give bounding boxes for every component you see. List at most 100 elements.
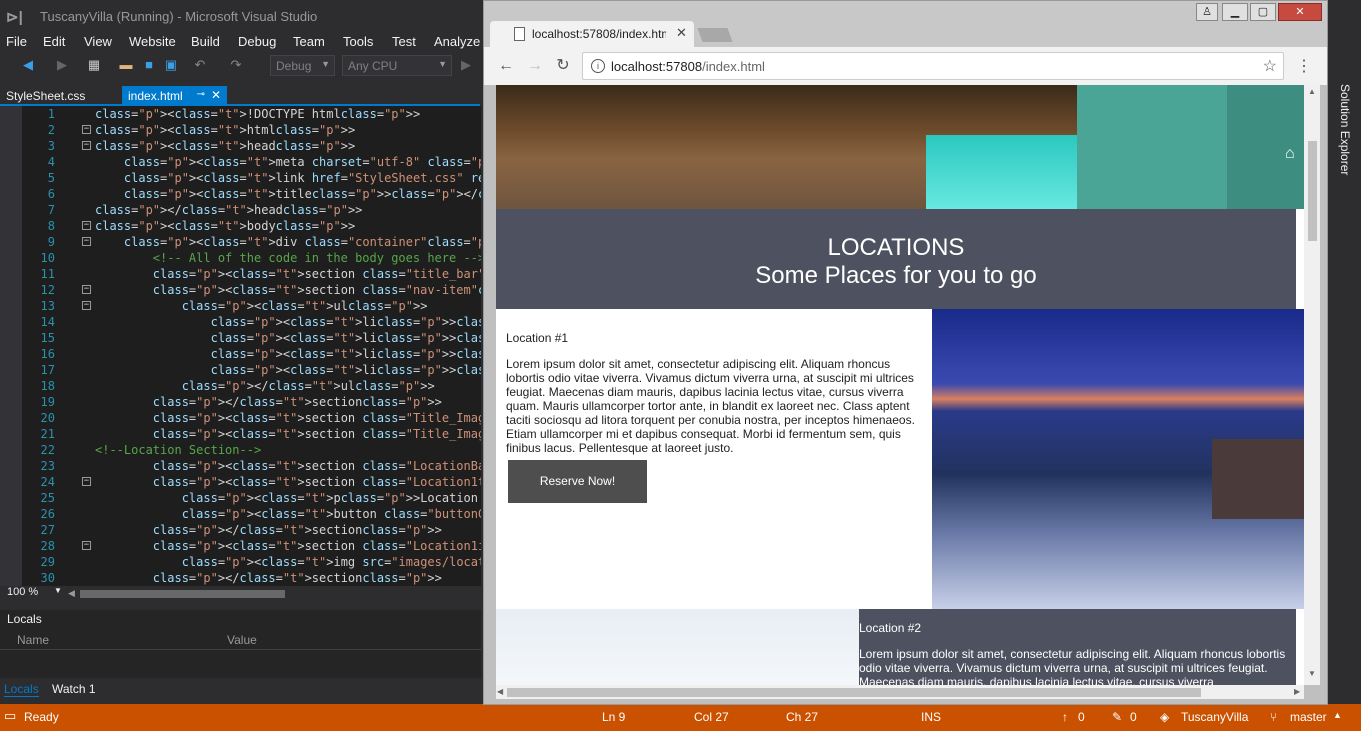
code-line[interactable]: 14 class="p"><class="t">liclass="p">>cla… xyxy=(0,314,481,330)
back-arrow-icon[interactable]: ← xyxy=(496,56,516,76)
code-line[interactable]: 26 class="p"><class="t">button class="bu… xyxy=(0,506,481,522)
close-icon[interactable]: ✕ xyxy=(211,88,221,102)
code-line[interactable]: 20 class="p"><class="t">section class="T… xyxy=(0,410,481,426)
code-line[interactable]: 8 − class="p"><class="t">bodyclass="p">> xyxy=(0,218,481,234)
status-branch[interactable]: master xyxy=(1290,710,1327,724)
code-line[interactable]: 24 − class="p"><class="t">section class="… xyxy=(0,474,481,490)
start-icon[interactable]: ▶ xyxy=(458,57,474,73)
code-line[interactable]: 23 class="p"><class="t">section class="L… xyxy=(0,458,481,474)
scroll-left-icon[interactable]: ◀ xyxy=(497,687,503,696)
code-line[interactable]: 13 − class="p"><class="t">ulclass="p">> xyxy=(0,298,481,314)
chevron-up-icon[interactable]: ▲ xyxy=(1333,710,1342,720)
star-icon[interactable]: ☆ xyxy=(1263,56,1277,76)
code-line[interactable]: 27 class="p"></class="t">sectionclass="p… xyxy=(0,522,481,538)
vertical-scrollbar[interactable]: ▲ ▼ xyxy=(1304,85,1320,685)
horizontal-scroll-thumb[interactable] xyxy=(507,688,1201,697)
code-line[interactable]: 22 <!--Location Section--> xyxy=(0,442,481,458)
reserve-now-button[interactable]: Reserve Now! xyxy=(508,460,647,503)
tab-index-html[interactable]: index.html ⊸ ✕ xyxy=(122,86,227,106)
code-line[interactable]: 5 class="p"><class="t">link href="StyleS… xyxy=(0,170,481,186)
status-unpushed-count[interactable]: 0 xyxy=(1078,710,1085,724)
code-line[interactable]: 7 class="p"></class="t">headclass="p">> xyxy=(0,202,481,218)
scroll-right-icon[interactable]: ▶ xyxy=(1294,687,1300,696)
collapse-icon[interactable]: − xyxy=(82,237,91,246)
platform-select[interactable]: Any CPU ▼ xyxy=(342,55,452,76)
new-tab-button[interactable] xyxy=(697,28,733,42)
menu-team[interactable]: Team xyxy=(293,34,325,49)
vertical-scroll-thumb[interactable] xyxy=(1308,141,1317,241)
code-line[interactable]: 15 class="p"><class="t">liclass="p">>cla… xyxy=(0,330,481,346)
forward-arrow-icon[interactable]: → xyxy=(525,56,545,76)
collapse-icon[interactable]: − xyxy=(82,541,91,550)
code-line[interactable]: 16 class="p"><class="t">liclass="p">>cla… xyxy=(0,346,481,362)
code-line[interactable]: 29 class="p"><class="t">img src="images/… xyxy=(0,554,481,570)
menu-view[interactable]: View xyxy=(84,34,112,49)
kebab-menu-icon[interactable]: ⋮ xyxy=(1296,56,1312,76)
code-line[interactable]: 1 class="p"><class="t">!DOCTYPE htmlclass… xyxy=(0,106,481,122)
menu-tools[interactable]: Tools xyxy=(343,34,373,49)
menu-file[interactable]: File xyxy=(6,34,27,49)
scroll-left-icon[interactable]: ◀ xyxy=(68,588,75,599)
info-icon[interactable]: i xyxy=(591,59,605,73)
menu-edit[interactable]: Edit xyxy=(43,34,65,49)
code-line[interactable]: 12 − class="p"><class="t">section class="… xyxy=(0,282,481,298)
back-icon[interactable]: ◀ xyxy=(20,57,36,73)
code-editor[interactable]: 1 class="p"><class="t">!DOCTYPE htmlclass… xyxy=(0,106,481,586)
status-repo[interactable]: TuscanyVilla xyxy=(1181,710,1248,724)
collapse-icon[interactable]: − xyxy=(82,125,91,134)
close-icon[interactable]: ✕ xyxy=(676,25,687,41)
menu-debug[interactable]: Debug xyxy=(238,34,276,49)
menu-website[interactable]: Website xyxy=(129,34,176,49)
code-line[interactable]: 4 class="p"><class="t">meta charset="utf… xyxy=(0,154,481,170)
collapse-icon[interactable]: − xyxy=(82,301,91,310)
user-icon[interactable]: ♙ xyxy=(1196,3,1218,21)
solution-explorer-tab[interactable]: Solution Explorer xyxy=(1334,84,1361,704)
undo-icon[interactable]: ↶ xyxy=(192,57,208,73)
scroll-down-icon[interactable]: ▼ xyxy=(1308,669,1316,678)
zoom-select[interactable]: 100 % ▼ xyxy=(4,586,62,601)
code-line[interactable]: 2 − class="p"><class="t">htmlclass="p">> xyxy=(0,122,481,138)
save-icon[interactable]: ■ xyxy=(141,57,157,73)
save-all-icon[interactable]: ▣ xyxy=(163,57,179,73)
tab-watch-1[interactable]: Watch 1 xyxy=(52,682,96,696)
address-bar[interactable]: i localhost:57808/index.html ☆ xyxy=(582,52,1284,80)
horizontal-scrollbar[interactable]: ◀ ▶ xyxy=(496,685,1304,699)
forward-icon[interactable]: ▶ xyxy=(54,57,70,73)
branch-icon[interactable]: ⑂ xyxy=(1270,710,1277,724)
open-folder-icon[interactable]: ▬ xyxy=(118,57,134,73)
code-line[interactable]: 11 class="p"><class="t">section class="t… xyxy=(0,266,481,282)
status-changes-count[interactable]: 0 xyxy=(1130,710,1137,724)
code-line[interactable]: 18 class="p"></class="t">ulclass="p">> xyxy=(0,378,481,394)
minimize-button[interactable]: ▁ xyxy=(1222,3,1248,21)
tab-stylesheet-css[interactable]: StyleSheet.css xyxy=(0,86,91,106)
solution-config-select[interactable]: Debug ▼ xyxy=(270,55,335,76)
horizontal-scrollbar[interactable] xyxy=(80,590,285,598)
column-name[interactable]: Name xyxy=(17,633,49,647)
menu-build[interactable]: Build xyxy=(191,34,220,49)
code-line[interactable]: 17 class="p"><class="t">liclass="p">>cla… xyxy=(0,362,481,378)
code-line[interactable]: 30 class="p"></class="t">sectionclass="p… xyxy=(0,570,481,586)
close-window-button[interactable]: ✕ xyxy=(1278,3,1322,21)
collapse-icon[interactable]: − xyxy=(82,221,91,230)
repo-icon[interactable]: ◈ xyxy=(1160,710,1169,724)
collapse-icon[interactable]: − xyxy=(82,477,91,486)
pencil-icon[interactable]: ✎ xyxy=(1112,710,1122,724)
up-arrow-icon[interactable]: ↑ xyxy=(1062,710,1068,724)
new-project-icon[interactable]: ▦ xyxy=(86,57,102,73)
scroll-up-icon[interactable]: ▲ xyxy=(1308,87,1316,96)
maximize-button[interactable]: ▢ xyxy=(1250,3,1276,21)
code-line[interactable]: 6 class="p"><class="t">titleclass="p">>c… xyxy=(0,186,481,202)
redo-icon[interactable]: ↷ xyxy=(228,57,244,73)
pin-icon[interactable]: ⊸ xyxy=(197,89,205,100)
reload-icon[interactable]: ↻ xyxy=(553,56,573,76)
code-line[interactable]: 21 class="p"><class="t">section class="T… xyxy=(0,426,481,442)
menu-test[interactable]: Test xyxy=(392,34,416,49)
code-line[interactable]: 19 class="p"></class="t">sectionclass="p… xyxy=(0,394,481,410)
browser-tab[interactable]: localhost:57808/index.html ✕ xyxy=(490,21,694,47)
menu-analyze[interactable]: Analyze xyxy=(434,34,480,49)
collapse-icon[interactable]: − xyxy=(82,141,91,150)
code-line[interactable]: 25 class="p"><class="t">pclass="p">>Loca… xyxy=(0,490,481,506)
code-line[interactable]: 3 − class="p"><class="t">headclass="p">> xyxy=(0,138,481,154)
code-line[interactable]: 28 − class="p"><class="t">section class="… xyxy=(0,538,481,554)
collapse-icon[interactable]: − xyxy=(82,285,91,294)
